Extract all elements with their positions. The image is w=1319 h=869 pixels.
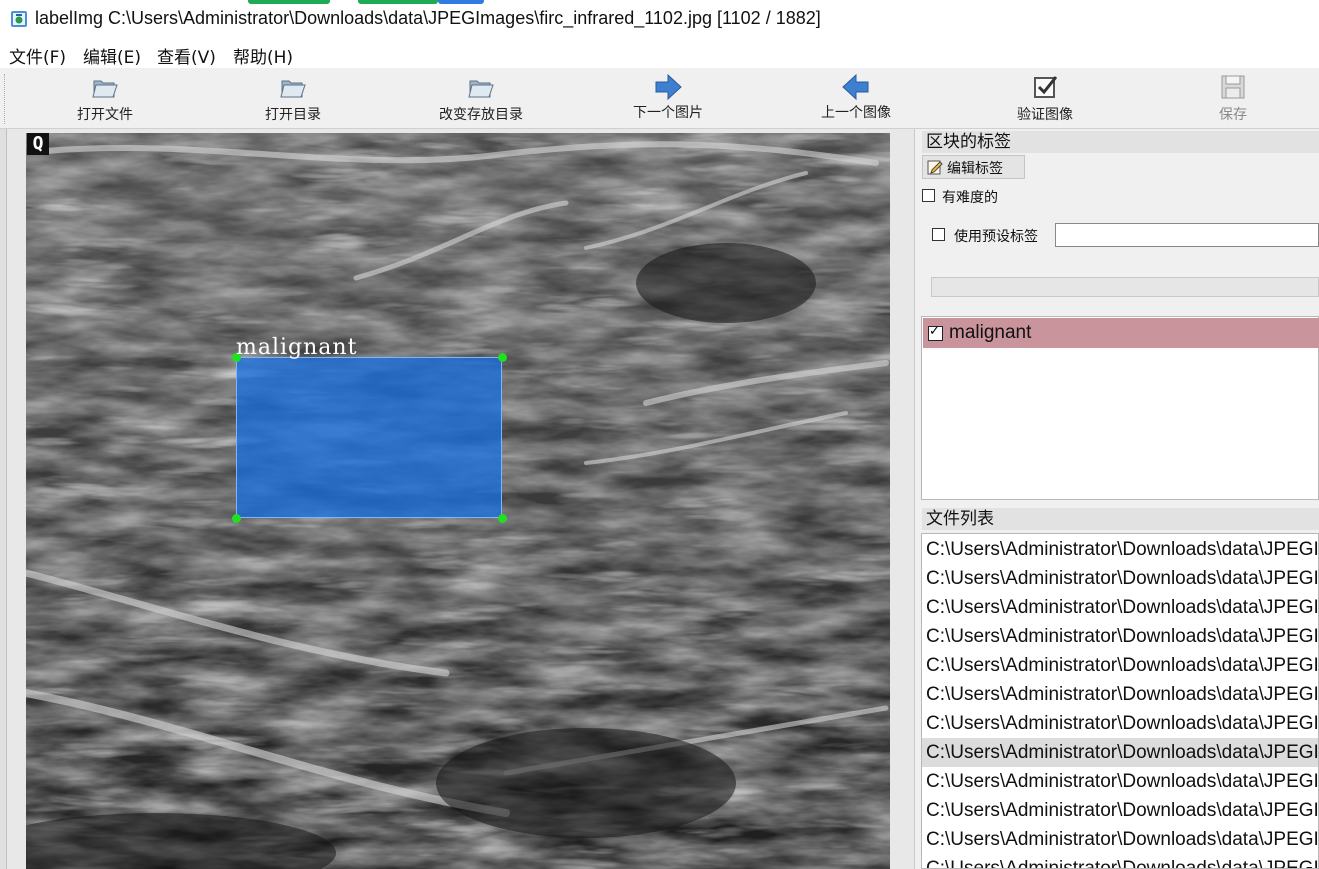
window-accent-green-2: [358, 0, 438, 4]
label-visible-checkbox[interactable]: ✓: [928, 324, 943, 341]
label-list[interactable]: ✓ malignant: [921, 316, 1319, 500]
toolbar-grip[interactable]: [4, 74, 8, 124]
open-folder-icon: [92, 80, 118, 98]
verify-image-button[interactable]: 验证图像: [990, 70, 1100, 126]
open-file-button[interactable]: 打开文件: [50, 70, 160, 126]
annotation-label-text: malignant: [236, 335, 358, 360]
change-save-dir-button[interactable]: 改变存放目录: [426, 70, 536, 126]
checkbox-check-icon: [1034, 76, 1058, 98]
file-list-item[interactable]: C:\Users\Administrator\Downloads\data\JP…: [922, 535, 1318, 564]
change-save-dir-label: 改变存放目录: [439, 107, 523, 123]
arrow-right-icon: [655, 73, 682, 101]
file-list-item[interactable]: C:\Users\Administrator\Downloads\data\JP…: [922, 680, 1318, 709]
label-progress-bar: [931, 277, 1319, 297]
menu-view[interactable]: 查看(V): [157, 43, 216, 68]
edit-pencil-icon: [927, 160, 943, 175]
open-file-label: 打开文件: [77, 107, 133, 123]
menu-edit[interactable]: 编辑(E): [83, 43, 141, 68]
box-labels-title: 区块的标签: [922, 131, 1319, 153]
arrow-left-icon: [842, 73, 869, 101]
menu-file[interactable]: 文件(F): [9, 43, 66, 68]
file-list-item[interactable]: C:\Users\Administrator\Downloads\data\JP…: [922, 796, 1318, 825]
menu-help[interactable]: 帮助(H): [233, 43, 293, 68]
open-dir-label: 打开目录: [265, 107, 321, 123]
file-list[interactable]: C:\Users\Administrator\Downloads\data\JP…: [921, 533, 1319, 869]
floppy-disk-icon: [1221, 75, 1245, 99]
menu-bar: 文件(F) 编辑(E) 查看(V) 帮助(H): [0, 38, 1319, 68]
default-label-input[interactable]: [1055, 223, 1319, 247]
label-list-item[interactable]: ✓ malignant: [923, 318, 1319, 348]
next-image-button[interactable]: 下一个图片: [613, 70, 723, 126]
file-list-item[interactable]: C:\Users\Administrator\Downloads\data\JP…: [922, 651, 1318, 680]
canvas-left-border: [0, 129, 7, 869]
prev-image-label: 上一个图像: [821, 105, 891, 121]
label-list-item-name: malignant: [949, 322, 1032, 343]
window-title: labelImg C:\Users\Administrator\Download…: [35, 8, 821, 28]
difficult-checkbox[interactable]: [922, 189, 935, 202]
save-button[interactable]: 保存: [1178, 70, 1288, 126]
file-list-title: 文件列表: [922, 508, 1319, 530]
labelimg-app-icon: [11, 11, 27, 27]
edit-label-button-text: 编辑标签: [947, 161, 1003, 177]
file-list-item[interactable]: C:\Users\Administrator\Downloads\data\JP…: [922, 709, 1318, 738]
window-accent-blue: [438, 0, 484, 4]
file-list-item[interactable]: C:\Users\Administrator\Downloads\data\JP…: [922, 593, 1318, 622]
open-folder-icon: [280, 80, 306, 98]
use-default-label-checkbox[interactable]: [932, 228, 945, 241]
check-icon: ✓: [929, 324, 940, 339]
bbox-handle-top-right[interactable]: [498, 353, 507, 362]
file-list-item[interactable]: C:\Users\Administrator\Downloads\data\JP…: [922, 564, 1318, 593]
toolbar: 打开文件 打开目录 改变存放目录 下一个图片 上一个图像 验证图像 保存: [0, 68, 1319, 129]
edit-label-button[interactable]: 编辑标签: [922, 155, 1025, 179]
open-folder-icon: [468, 80, 494, 98]
window-accent-green: [248, 0, 330, 4]
bbox-handle-bottom-right[interactable]: [498, 514, 507, 523]
file-list-item[interactable]: C:\Users\Administrator\Downloads\data\JP…: [922, 854, 1318, 868]
file-list-item-selected[interactable]: C:\Users\Administrator\Downloads\data\JP…: [922, 738, 1318, 767]
verify-image-label: 验证图像: [1017, 107, 1073, 123]
save-label: 保存: [1219, 107, 1247, 123]
title-bar: labelImg C:\Users\Administrator\Download…: [0, 0, 1319, 38]
use-default-label-text: 使用预设标签: [954, 229, 1038, 245]
annotation-bounding-box[interactable]: [236, 357, 502, 518]
difficult-label: 有难度的: [942, 190, 998, 206]
file-list-item[interactable]: C:\Users\Administrator\Downloads\data\JP…: [922, 825, 1318, 854]
next-image-label: 下一个图片: [633, 105, 703, 121]
prev-image-button[interactable]: 上一个图像: [801, 70, 911, 126]
bbox-handle-bottom-left[interactable]: [232, 514, 241, 523]
file-list-item[interactable]: C:\Users\Administrator\Downloads\data\JP…: [922, 767, 1318, 796]
open-dir-button[interactable]: 打开目录: [238, 70, 348, 126]
file-list-item[interactable]: C:\Users\Administrator\Downloads\data\JP…: [922, 622, 1318, 651]
canvas-marker: Q: [27, 133, 49, 155]
